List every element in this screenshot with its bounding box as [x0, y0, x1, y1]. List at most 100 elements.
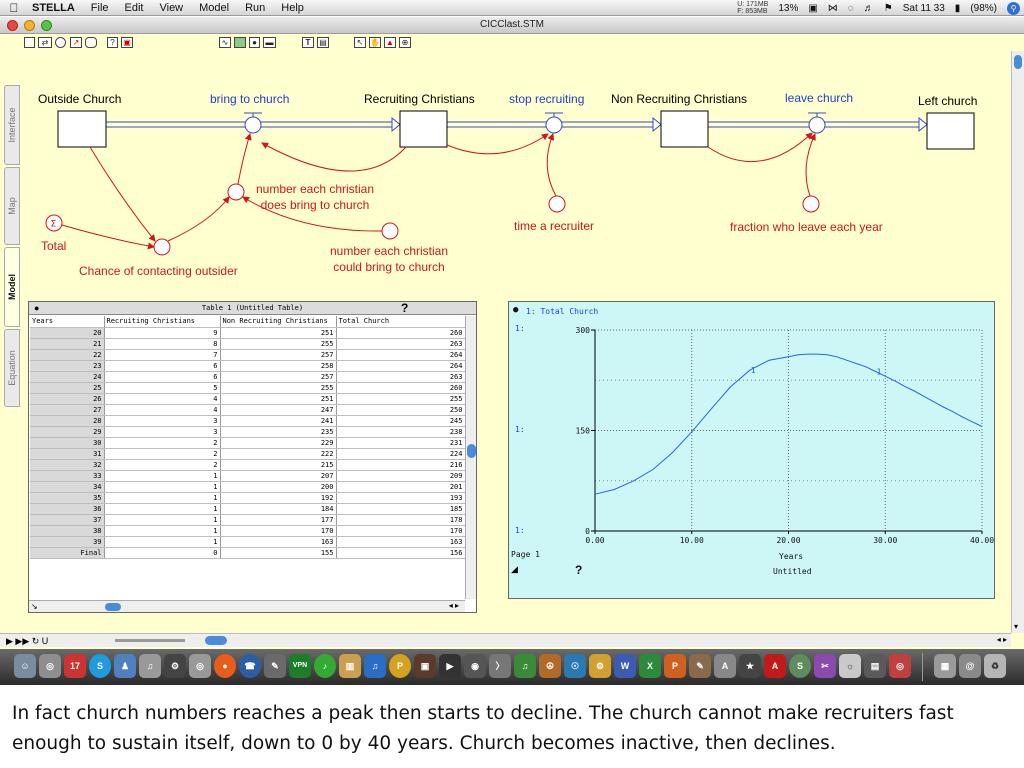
scroll-arrows-icon[interactable]: ◂ ▸: [449, 601, 459, 610]
table-cell[interactable]: 257: [220, 349, 337, 361]
table-cell[interactable]: 30: [30, 437, 105, 449]
table-cell[interactable]: 36: [30, 503, 105, 515]
bluetooth-icon[interactable]: ⋈: [828, 3, 838, 14]
wifi-icon[interactable]: ◌: [848, 3, 854, 14]
table-cell[interactable]: 231: [336, 437, 466, 449]
network-utility-icon[interactable]: ☉: [564, 654, 586, 678]
capture-icon[interactable]: ✂: [814, 654, 836, 678]
table-cell[interactable]: 170: [220, 525, 337, 537]
table-cell[interactable]: 216: [336, 459, 466, 471]
scroll-down-icon[interactable]: ▾: [1014, 622, 1018, 631]
excel-icon[interactable]: X: [639, 654, 661, 678]
cpu-usage[interactable]: 13%: [778, 3, 798, 14]
powerpoint-icon[interactable]: P: [664, 654, 686, 678]
table-cell[interactable]: 37: [30, 514, 105, 526]
resize-icon[interactable]: ↘: [31, 602, 38, 611]
table-help-button[interactable]: ?: [401, 301, 408, 315]
table-cell[interactable]: 241: [220, 415, 337, 427]
table-cell[interactable]: 263: [336, 371, 466, 383]
table-cell[interactable]: 1: [104, 503, 221, 515]
converter-chance-contacting[interactable]: [153, 238, 171, 256]
guitar-icon[interactable]: ♫: [514, 654, 536, 678]
table-cell[interactable]: 1: [104, 492, 221, 504]
table-cell[interactable]: 255: [336, 393, 466, 405]
table-cell[interactable]: 1: [104, 481, 221, 493]
table-cell[interactable]: 224: [336, 448, 466, 460]
table-cell[interactable]: 24: [30, 371, 105, 383]
window-horizontal-scrollbar[interactable]: ▶ ▶▶ ↻ U ◂ ▸: [0, 633, 1011, 647]
table-cell[interactable]: 27: [30, 404, 105, 416]
skype-icon[interactable]: S: [89, 654, 111, 678]
lightbulb-icon[interactable]: ☼: [839, 654, 861, 678]
table-cell[interactable]: 3: [104, 426, 221, 438]
table-cell[interactable]: 235: [220, 426, 337, 438]
run-controls-icon[interactable]: ▶ ▶▶ ↻ U: [6, 636, 48, 647]
stock-left-church[interactable]: [926, 112, 975, 150]
dashboard-icon[interactable]: ◎: [39, 654, 61, 678]
dvd-icon[interactable]: ◉: [464, 654, 486, 678]
finder-icon[interactable]: ☺: [14, 654, 36, 678]
table-cell[interactable]: 8: [104, 338, 221, 350]
hscroll-arrows-icon[interactable]: ◂ ▸: [997, 635, 1007, 644]
table-cell[interactable]: 2: [104, 459, 221, 471]
spotlight-icon[interactable]: ⚲: [1007, 1, 1020, 15]
window-hscroll-thumb[interactable]: [205, 636, 227, 645]
gear-icon[interactable]: ⚙: [589, 654, 611, 678]
word-icon[interactable]: W: [614, 654, 636, 678]
table-cell[interactable]: 258: [220, 360, 337, 372]
converter-could-bring[interactable]: [381, 222, 399, 240]
stella-icon[interactable]: ★: [739, 654, 761, 678]
table-cell[interactable]: 9: [104, 327, 221, 339]
table-cell[interactable]: 192: [220, 492, 337, 504]
table-hscroll-thumb[interactable]: [105, 603, 121, 611]
table-cell[interactable]: 264: [336, 349, 466, 361]
converter-time-recruiter[interactable]: [548, 195, 566, 213]
firefox-icon[interactable]: ●: [214, 654, 236, 678]
table-cell[interactable]: 25: [30, 382, 105, 394]
table-cell[interactable]: 260: [336, 327, 466, 339]
menu-help[interactable]: Help: [273, 2, 312, 14]
display-icon[interactable]: ▣: [808, 3, 817, 14]
table-cell[interactable]: 156: [336, 547, 466, 559]
disk-utility-icon[interactable]: ▤: [864, 654, 886, 678]
battery-icon[interactable]: ▮: [955, 3, 961, 14]
system-preferences-icon[interactable]: ⚙: [164, 654, 186, 678]
table-cell[interactable]: 177: [220, 514, 337, 526]
table-cell[interactable]: 170: [336, 525, 466, 537]
adobe-reader-icon[interactable]: A: [764, 654, 786, 678]
table-cell[interactable]: 35: [30, 492, 105, 504]
table-cell[interactable]: 4: [104, 393, 221, 405]
table-cell[interactable]: 20: [30, 327, 105, 339]
table-vertical-scrollbar[interactable]: [465, 316, 476, 599]
table-cell[interactable]: 38: [30, 525, 105, 537]
volume-icon[interactable]: ♬: [864, 3, 874, 14]
table-cell[interactable]: 22: [30, 349, 105, 361]
graph-window[interactable]: ● 1: Total Church 1: 1: 1: Page 1 ◢ ? Un…: [508, 301, 995, 599]
table-cell[interactable]: 178: [336, 514, 466, 526]
table-cell[interactable]: 4: [104, 404, 221, 416]
safari-icon[interactable]: ☎: [239, 654, 261, 678]
table-cell[interactable]: 251: [220, 327, 337, 339]
table-cell[interactable]: 255: [220, 338, 337, 350]
tab-equation[interactable]: Equation: [4, 329, 20, 407]
tools-icon[interactable]: ✎: [264, 654, 286, 678]
table-cell[interactable]: 39: [30, 536, 105, 548]
table-cell[interactable]: 2: [104, 437, 221, 449]
table-cell[interactable]: 3: [104, 415, 221, 427]
stock-outside-church[interactable]: [57, 110, 107, 148]
table-cell[interactable]: 155: [220, 547, 337, 559]
table-cell[interactable]: 6: [104, 360, 221, 372]
itunes-icon[interactable]: ♫: [139, 654, 161, 678]
table-cell[interactable]: 1: [104, 536, 221, 548]
grapher-icon[interactable]: ☮: [539, 654, 561, 678]
table-cell[interactable]: 29: [30, 426, 105, 438]
table-horizontal-scrollbar[interactable]: ↘ ◂ ▸: [29, 600, 465, 612]
coin-icon[interactable]: P: [389, 654, 411, 678]
downloads-stack-icon[interactable]: ▦: [934, 654, 956, 678]
valve-bring-to-church[interactable]: [244, 112, 262, 134]
documents-stack-icon[interactable]: @: [959, 654, 981, 678]
column-header[interactable]: Total Church: [336, 316, 466, 328]
table-cell[interactable]: 23: [30, 360, 105, 372]
window-vscroll-thumb[interactable]: [1014, 55, 1022, 69]
menu-edit[interactable]: Edit: [117, 2, 152, 14]
